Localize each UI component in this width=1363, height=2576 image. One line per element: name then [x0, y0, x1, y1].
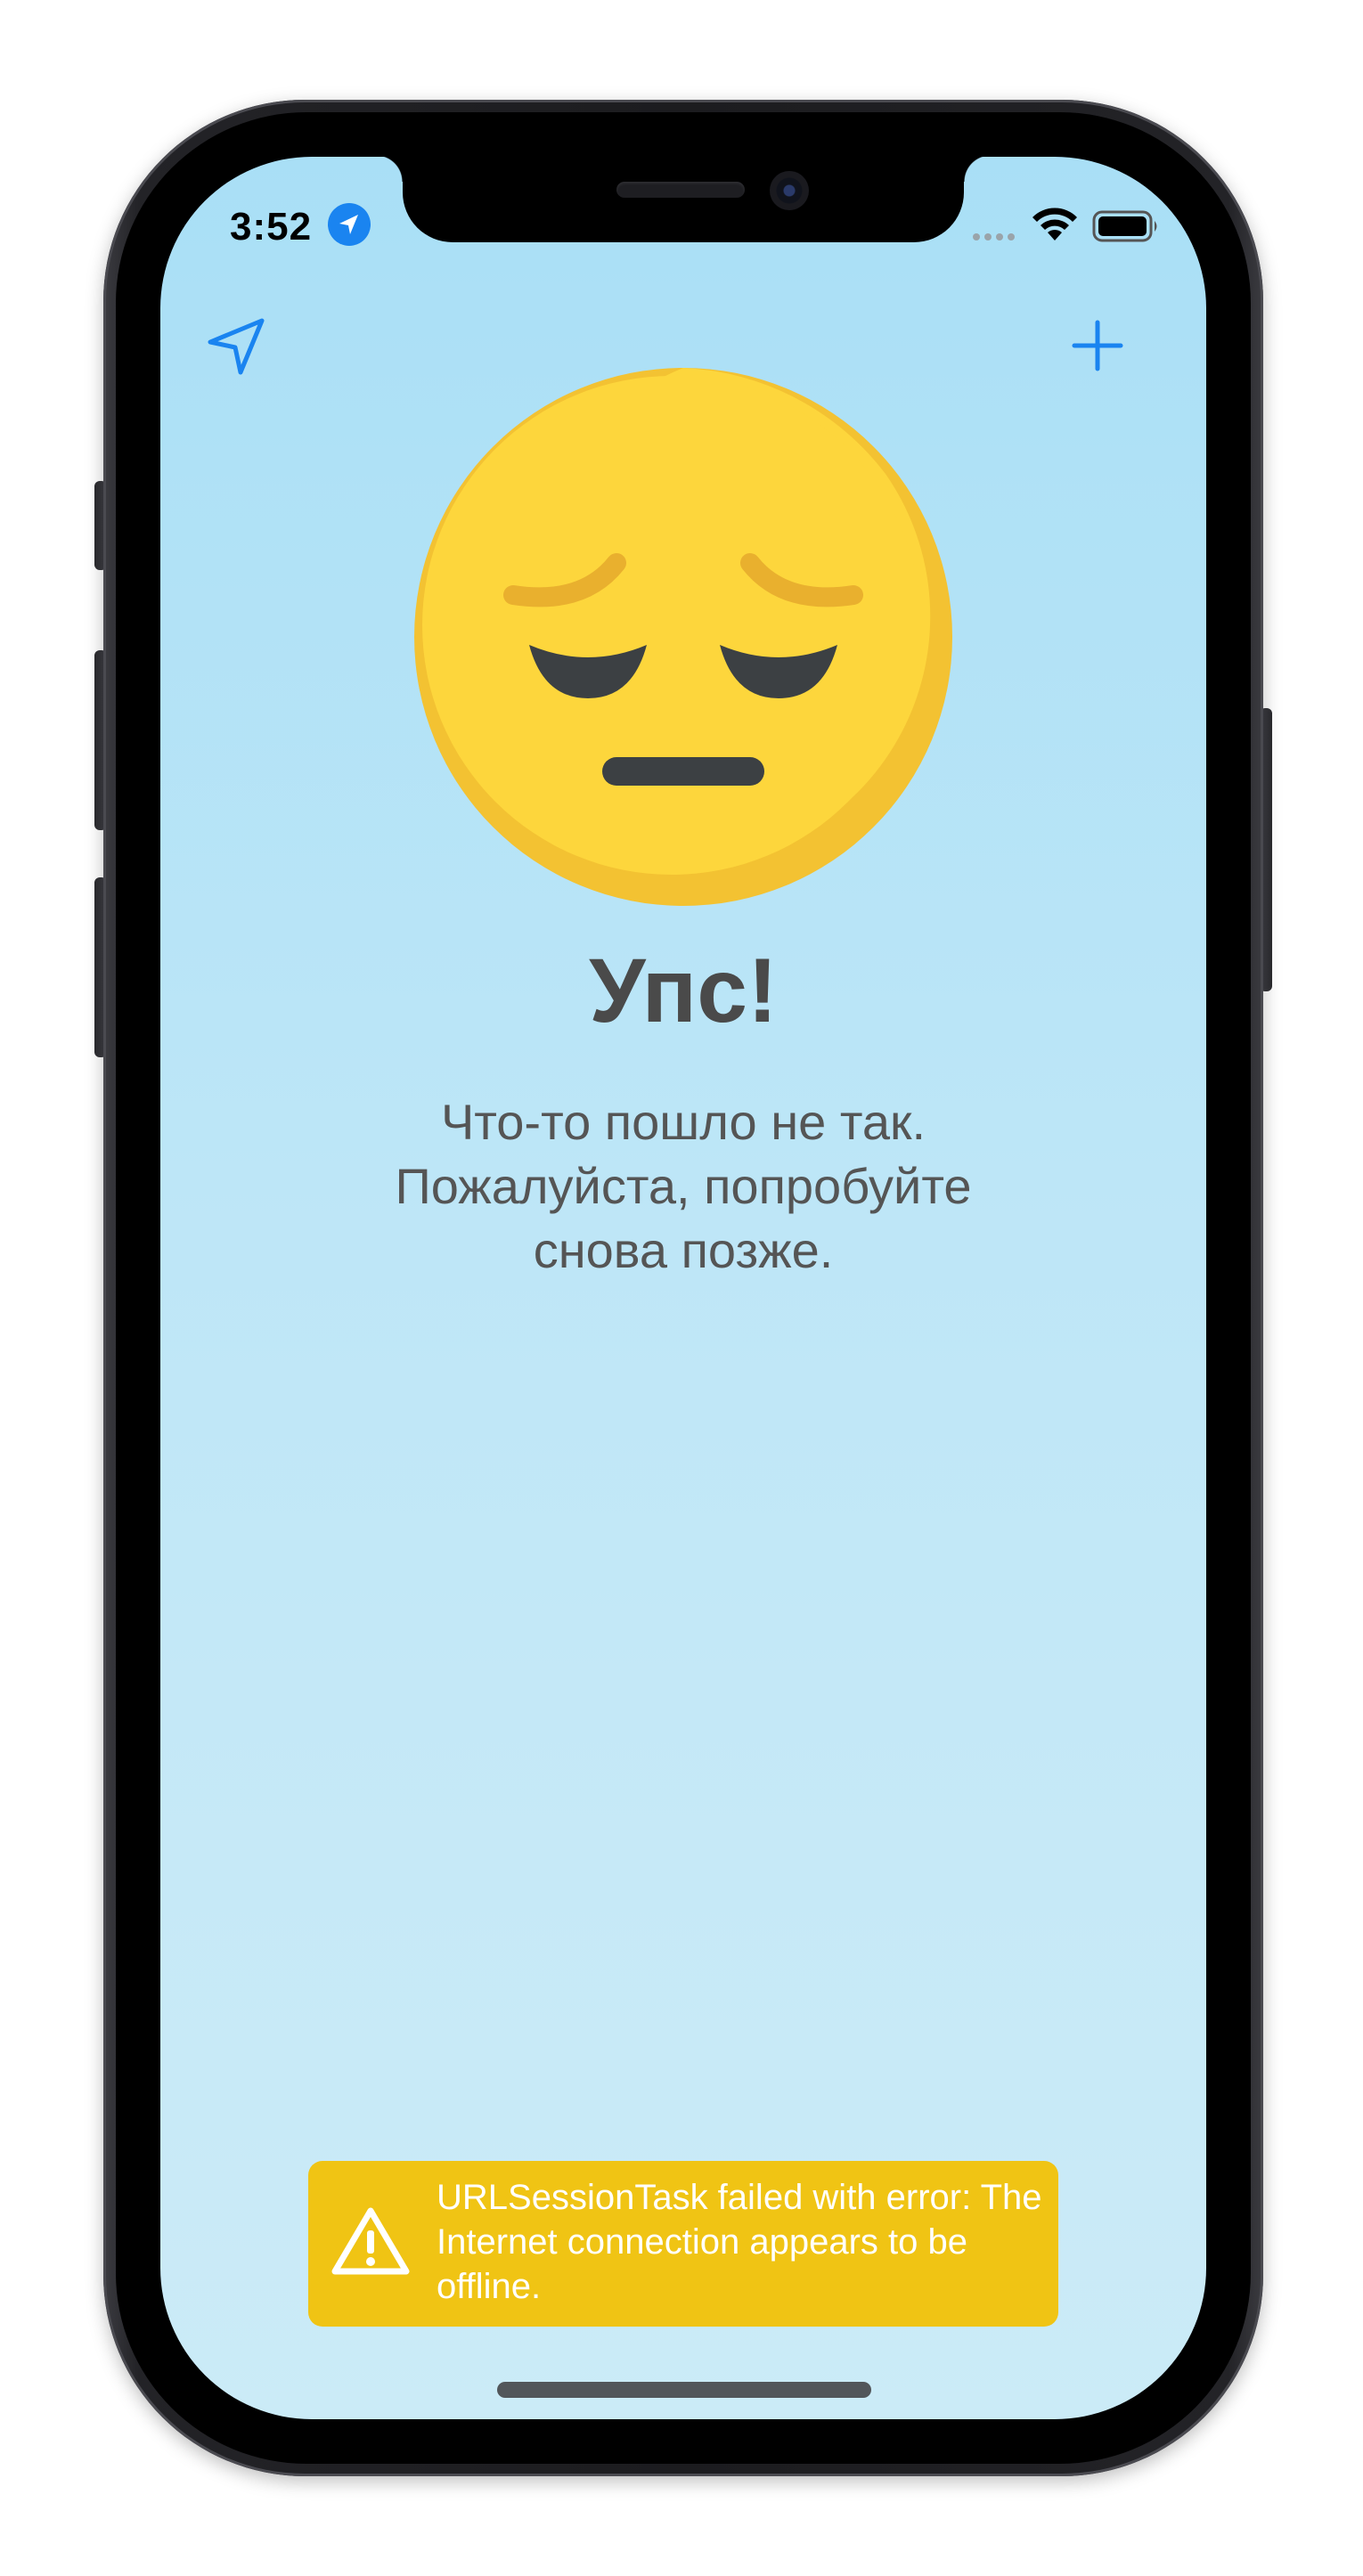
error-title: Упс! [589, 940, 778, 1041]
speaker-grille [616, 182, 745, 198]
home-indicator [497, 2382, 871, 2398]
warning-icon [331, 2207, 410, 2275]
add-button[interactable] [1062, 310, 1133, 381]
error-banner-text: URLSessionTask failed with error: The In… [437, 2178, 1042, 2306]
location-button[interactable] [201, 310, 273, 381]
location-outline-icon [208, 318, 265, 375]
error-banner[interactable]: URLSessionTask failed with error: The In… [308, 2161, 1058, 2327]
location-arrow-icon [328, 203, 371, 246]
front-camera [770, 171, 809, 210]
plus-icon [1072, 320, 1123, 371]
screen: 3:52 Упс! Что-то пошло не так. Пожалуйст… [160, 157, 1206, 2419]
notch [376, 157, 991, 242]
battery-icon [1092, 210, 1157, 242]
cellular-signal-icon [973, 233, 1015, 240]
pensive-face-icon [414, 368, 952, 906]
status-time: 3:52 [230, 205, 313, 249]
wifi-icon [1032, 208, 1077, 240]
error-message: Что-то пошло не так. Пожалуйста, попробу… [395, 1094, 972, 1278]
stage: 3:52 Упс! Что-то пошло не так. Пожалуйст… [0, 0, 1363, 2576]
